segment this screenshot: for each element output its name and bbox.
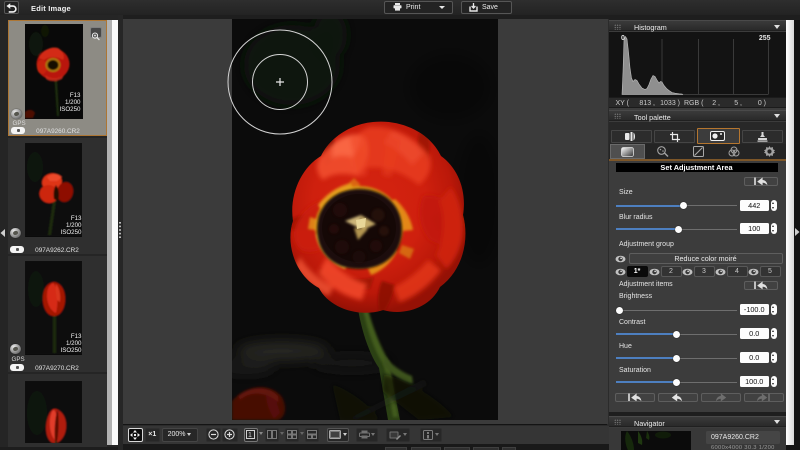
svg-text:1: 1	[248, 432, 252, 439]
